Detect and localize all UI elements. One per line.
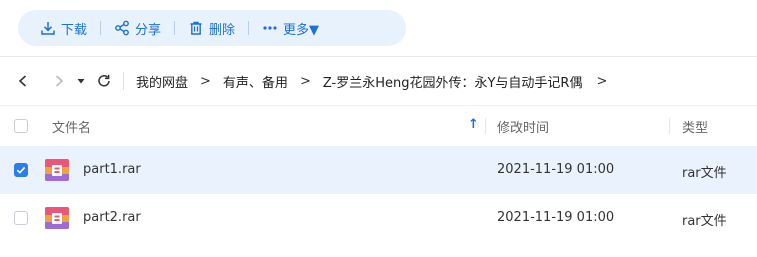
more-button[interactable]: 更多▼ (262, 10, 319, 46)
download-icon (41, 22, 55, 35)
breadcrumb-root[interactable]: 我的网盘 (136, 72, 188, 91)
row-checkbox[interactable] (14, 163, 28, 177)
file-name[interactable]: part2.rar (83, 210, 141, 225)
ellipsis-icon (263, 26, 277, 30)
sort-ascending-icon[interactable]: ↑ (468, 117, 479, 132)
file-type: rar文件 (682, 214, 727, 229)
column-divider[interactable] (485, 118, 486, 134)
file-row[interactable]: part1.rar 2021-11-19 01:00 rar文件 (0, 146, 757, 194)
toolbar-divider (100, 21, 102, 35)
file-modified-time: 2021-11-19 01:00 (497, 162, 615, 177)
file-table-header: 文件名 ↑ 修改时间 类型 (0, 105, 757, 147)
column-header-modified[interactable]: 修改时间 (497, 117, 549, 136)
rar-archive-icon (45, 159, 69, 181)
forward-arrow-icon[interactable] (52, 74, 66, 88)
breadcrumb-separator: > (299, 73, 311, 89)
column-header-name[interactable]: 文件名 (52, 117, 91, 136)
file-name[interactable]: part1.rar (83, 162, 141, 177)
toolbar-divider (248, 21, 250, 35)
back-arrow-icon[interactable] (16, 74, 30, 88)
download-button[interactable]: 下载 (40, 10, 87, 46)
navigation-bar: 我的网盘 > 有声、备用 > Z-罗兰永Heng花园外传：永Y与自动手记R偶 > (0, 56, 757, 105)
select-all-checkbox[interactable] (14, 119, 28, 133)
action-toolbar: 下载 分享 删除 更多▼ (18, 10, 406, 46)
refresh-icon[interactable] (96, 73, 112, 89)
download-label: 下载 (61, 22, 88, 38)
breadcrumb-folder[interactable]: 有声、备用 (223, 72, 288, 91)
toolbar-divider (174, 21, 176, 35)
breadcrumb-expand-arrow[interactable]: > (596, 74, 607, 89)
delete-button[interactable]: 删除 (188, 10, 235, 46)
file-row[interactable]: part2.rar 2021-11-19 01:00 rar文件 (0, 194, 757, 242)
column-header-type[interactable]: 类型 (682, 117, 708, 136)
trash-icon (190, 21, 202, 35)
more-label: 更多▼ (283, 22, 320, 38)
breadcrumb-current[interactable]: Z-罗兰永Heng花园外传：永Y与自动手记R偶 (323, 72, 583, 91)
share-icon (115, 20, 129, 36)
history-dropdown-icon[interactable] (76, 76, 86, 86)
delete-label: 删除 (209, 22, 236, 38)
checkmark-icon (16, 166, 26, 174)
rar-archive-icon (45, 207, 69, 229)
nav-divider (123, 72, 124, 90)
breadcrumb-separator: > (200, 73, 211, 89)
row-checkbox[interactable] (14, 211, 28, 225)
column-divider[interactable] (669, 118, 670, 134)
file-type: rar文件 (682, 166, 727, 181)
file-modified-time: 2021-11-19 01:00 (497, 210, 615, 225)
share-button[interactable]: 分享 (114, 10, 161, 46)
share-label: 分享 (135, 22, 162, 38)
